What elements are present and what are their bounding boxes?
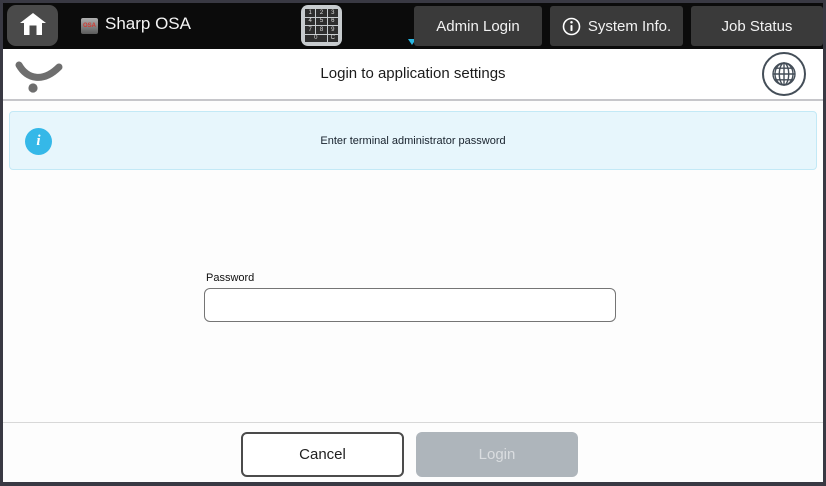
home-button[interactable] [7, 5, 58, 46]
footer-divider [3, 422, 823, 423]
job-status-label: Job Status [722, 18, 793, 35]
password-label: Password [206, 272, 254, 284]
cancel-button[interactable]: Cancel [241, 432, 404, 477]
keypad-key: 2 [316, 9, 326, 17]
device-screen: OSA Sharp OSA 123 456 7890C Admin Login Sy… [0, 0, 826, 486]
job-status-button[interactable]: Job Status [691, 6, 823, 46]
globe-icon [770, 60, 798, 88]
app-name-label: Sharp OSA [105, 14, 191, 34]
system-info-button[interactable]: System Info. [550, 6, 683, 46]
keypad-key: 8 [316, 26, 326, 34]
home-icon [18, 10, 48, 41]
keypad-icon: 123 456 7890C [305, 9, 338, 42]
keypad-key: 0 [305, 35, 327, 43]
keypad-key: 5 [316, 18, 326, 26]
keypad-key: 9 [328, 26, 338, 34]
language-button[interactable] [762, 52, 806, 96]
system-info-label: System Info. [588, 18, 671, 35]
info-circle-icon [562, 17, 581, 36]
keypad-key: 3 [328, 9, 338, 17]
password-input[interactable] [204, 288, 616, 322]
keypad-key: 4 [305, 18, 315, 26]
osa-app-icon: OSA [81, 18, 98, 34]
system-topbar: OSA Sharp OSA 123 456 7890C Admin Login Sy… [3, 3, 823, 49]
app-header: Login to application settings [3, 49, 823, 101]
keypad-key: 1 [305, 9, 315, 17]
login-button[interactable]: Login [416, 432, 578, 477]
page-title: Login to application settings [3, 65, 823, 82]
admin-login-label: Admin Login [436, 18, 519, 35]
info-banner-message: Enter terminal administrator password [10, 135, 816, 147]
keypad-key: 6 [328, 18, 338, 26]
keypad-key: 7 [305, 26, 315, 34]
keypad-key: C [328, 35, 338, 43]
admin-login-button[interactable]: Admin Login [414, 6, 542, 46]
info-banner: i Enter terminal administrator password [9, 111, 817, 170]
numeric-keypad-button[interactable]: 123 456 7890C [301, 5, 342, 46]
